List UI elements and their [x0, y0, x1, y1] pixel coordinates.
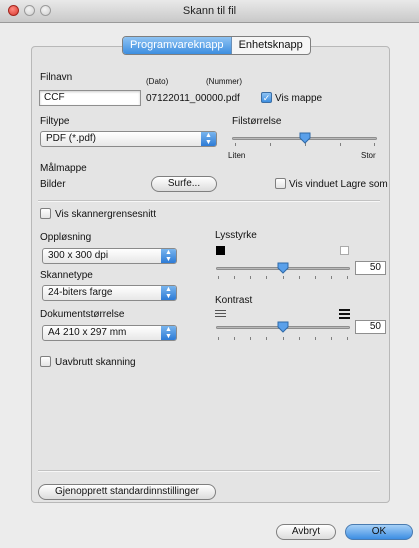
brightness-tick — [266, 276, 267, 279]
ok-button[interactable]: OK — [345, 524, 413, 540]
contrast-tick — [299, 337, 300, 340]
continuous-scan-label: Uavbrutt skanning — [55, 357, 136, 368]
target-folder-label: Målmappe — [40, 163, 87, 174]
contrast-label: Kontrast — [215, 295, 253, 306]
contrast-tick — [266, 337, 267, 340]
contrast-tick — [234, 337, 235, 340]
contrast-value-field[interactable]: 50 — [355, 320, 386, 334]
filesize-max-label: Stor — [361, 151, 376, 160]
scanner-ui-checkbox[interactable] — [40, 208, 51, 219]
contrast-tick — [331, 337, 332, 340]
popup-arrows-icon: ▲ ▼ — [161, 286, 176, 300]
filetype-label: Filtype — [40, 116, 70, 127]
tab-programvareknapp[interactable]: Programvareknapp — [123, 37, 232, 54]
contrast-high-icon — [339, 309, 350, 319]
filesize-label: Filstørrelse — [232, 116, 282, 127]
section-divider — [38, 200, 380, 202]
scan-type-value: 24-biters farge — [48, 287, 113, 298]
resolution-value: 300 x 300 dpi — [48, 250, 109, 261]
brightness-tick — [315, 276, 316, 279]
contrast-low-icon — [215, 310, 226, 317]
browse-button[interactable]: Surfe... — [151, 176, 217, 192]
document-size-value: A4 210 x 297 mm — [48, 327, 127, 338]
filesize-min-label: Liten — [228, 151, 246, 160]
filesize-tick — [270, 143, 271, 146]
brightness-tick — [234, 276, 235, 279]
filesize-tick — [340, 143, 341, 146]
filesize-tick — [235, 143, 236, 146]
show-folder-checkbox[interactable]: ✓ — [261, 92, 272, 103]
filename-input[interactable]: CCF — [39, 90, 141, 106]
brightness-tick — [331, 276, 332, 279]
save-as-checkbox[interactable] — [275, 178, 286, 189]
bottom-divider — [38, 470, 380, 472]
brightness-high-icon — [340, 246, 349, 255]
document-size-popup[interactable]: A4 210 x 297 mm ▲ ▼ — [42, 325, 177, 341]
contrast-slider-thumb[interactable] — [277, 321, 289, 333]
contrast-tick — [315, 337, 316, 340]
contrast-tick — [347, 337, 348, 340]
popup-arrows-icon: ▲ ▼ — [161, 326, 176, 340]
brightness-tick — [283, 276, 284, 279]
resolution-popup[interactable]: 300 x 300 dpi ▲ ▼ — [42, 248, 177, 264]
brightness-low-icon — [216, 246, 225, 255]
target-folder-value: Bilder — [40, 179, 66, 190]
checkmark-icon: ✓ — [262, 93, 271, 103]
brightness-tick — [347, 276, 348, 279]
filename-label: Filnavn — [40, 72, 73, 83]
restore-defaults-button[interactable]: Gjenopprett standardinnstillinger — [38, 484, 216, 500]
filesize-tick — [374, 143, 375, 146]
continuous-scan-checkbox[interactable] — [40, 356, 51, 367]
brightness-tick — [218, 276, 219, 279]
popup-arrows-icon: ▲ ▼ — [201, 132, 216, 146]
scan-type-label: Skannetype — [40, 270, 93, 281]
filesize-slider-thumb[interactable] — [299, 132, 311, 144]
show-folder-label: Vis mappe — [275, 93, 323, 104]
tab-control: Programvareknapp Enhetsknapp — [122, 36, 311, 55]
generated-filename: 07122011_00000.pdf — [146, 93, 240, 104]
resolution-label: Oppløsning — [40, 232, 92, 243]
scan-type-popup[interactable]: 24-biters farge ▲ ▼ — [42, 285, 177, 301]
popup-arrows-icon: ▲ ▼ — [161, 249, 176, 263]
contrast-tick — [250, 337, 251, 340]
scanner-ui-label: Vis skannergrensesnitt — [55, 209, 156, 220]
brightness-label: Lysstyrke — [215, 230, 257, 241]
save-as-label: Vis vinduet Lagre som — [289, 179, 388, 190]
filetype-popup[interactable]: PDF (*.pdf) ▲ ▼ — [40, 131, 217, 147]
brightness-slider-thumb[interactable] — [277, 262, 289, 274]
window-title: Skann til fil — [182, 5, 237, 17]
cancel-button[interactable]: Avbryt — [276, 524, 336, 540]
contrast-tick — [283, 337, 284, 340]
number-label: (Nummer) — [206, 77, 242, 86]
brightness-value-field[interactable]: 50 — [355, 261, 386, 275]
brightness-tick — [299, 276, 300, 279]
document-size-label: Dokumentstørrelse — [40, 309, 125, 320]
date-label: (Dato) — [146, 77, 169, 86]
filetype-value: PDF (*.pdf) — [46, 133, 97, 144]
brightness-tick — [250, 276, 251, 279]
contrast-tick — [218, 337, 219, 340]
tab-enhetsknapp[interactable]: Enhetsknapp — [232, 37, 310, 54]
